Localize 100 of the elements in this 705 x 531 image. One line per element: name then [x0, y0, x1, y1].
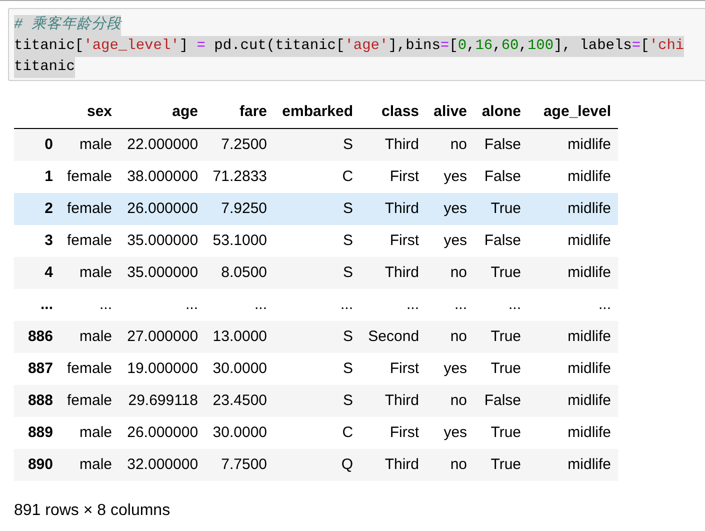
- table-cell: 13.0000: [212, 328, 268, 345]
- table-cell: S: [343, 136, 354, 153]
- table-cell: Third: [384, 200, 420, 217]
- table-row[interactable]: 890 male 32.000000 7.7500 Q Third no True midlife: [14, 448, 618, 480]
- table-row[interactable]: 1 female 38.000000 71.2833 C First yes False midlife: [14, 160, 618, 192]
- table-cell: midlife: [568, 456, 612, 473]
- table-cell: False: [484, 232, 522, 249]
- table-cell: midlife: [568, 200, 612, 217]
- table-row[interactable]: 888 female 29.699118 23.4500 S Third no False midlife: [14, 384, 618, 416]
- table-cell: midlife: [568, 232, 612, 249]
- table-cell: 71.2833: [212, 168, 268, 185]
- table-cell: Third: [384, 392, 420, 409]
- row-index: 1: [44, 168, 53, 185]
- table-cell: 27.000000: [127, 328, 198, 345]
- table-cell: male: [80, 136, 112, 153]
- table-cell: S: [343, 264, 354, 281]
- table-cell: midlife: [568, 264, 612, 281]
- table-cell: 26.000000: [127, 200, 198, 217]
- table-cell: 7.2500: [221, 136, 268, 153]
- table-cell: 22.000000: [127, 136, 198, 153]
- table-cell: ...: [254, 296, 268, 313]
- table-cell: False: [484, 136, 522, 153]
- table-cell: Third: [384, 264, 420, 281]
- row-index: ...: [40, 296, 53, 313]
- row-index: 890: [28, 456, 53, 473]
- table-cell: ...: [406, 296, 420, 313]
- column-header: sex: [87, 103, 112, 120]
- table-cell: 23.4500: [212, 392, 268, 409]
- table-cell: S: [343, 392, 354, 409]
- table-cell: S: [343, 360, 354, 377]
- table-cell: female: [67, 200, 112, 217]
- table-row[interactable]: ... ... ... ... ... ... ... ... ...: [14, 288, 618, 320]
- table-cell: C: [342, 168, 354, 185]
- table-cell: no: [450, 392, 468, 409]
- table-cell: S: [343, 328, 354, 345]
- table-row[interactable]: 886 male 27.000000 13.0000 S Second no True midlife: [14, 320, 618, 352]
- table-cell: ...: [454, 296, 468, 313]
- table-row[interactable]: 0 male 22.000000 7.2500 S Third no False midlife: [14, 128, 618, 160]
- table-cell: True: [490, 456, 522, 473]
- table-cell: 35.000000: [127, 264, 198, 281]
- table-cell: ...: [340, 296, 354, 313]
- table-cell: False: [484, 168, 522, 185]
- table-cell: Second: [368, 328, 420, 345]
- table-cell: ...: [598, 296, 612, 313]
- table-cell: 19.000000: [127, 360, 198, 377]
- table-cell: C: [342, 424, 354, 441]
- table-cell: First: [390, 232, 420, 249]
- row-index: 2: [44, 200, 53, 217]
- table-cell: ...: [508, 296, 522, 313]
- table-cell: True: [490, 264, 522, 281]
- table-cell: no: [450, 264, 468, 281]
- row-index: 888: [28, 392, 53, 409]
- column-header: alive: [434, 103, 468, 120]
- table-cell: 7.7500: [221, 456, 268, 473]
- table-cell: midlife: [568, 424, 612, 441]
- table-cell: 38.000000: [127, 168, 198, 185]
- table-row[interactable]: 3 female 35.000000 53.1000 S First yes False midlife: [14, 224, 618, 256]
- table-cell: female: [67, 232, 112, 249]
- table-cell: female: [67, 392, 112, 409]
- column-header: age_level: [543, 103, 612, 120]
- column-header: fare: [240, 103, 268, 120]
- table-cell: male: [80, 328, 112, 345]
- row-index: 887: [28, 360, 53, 377]
- row-index: 886: [28, 328, 53, 345]
- table-cell: Third: [384, 136, 420, 153]
- table-cell: Q: [341, 456, 354, 473]
- table-cell: no: [450, 328, 468, 345]
- table-row[interactable]: 889 male 26.000000 30.0000 C First yes True midlife: [14, 416, 618, 448]
- column-header: alone: [482, 103, 522, 120]
- table-cell: midlife: [568, 168, 612, 185]
- table-cell: female: [67, 360, 112, 377]
- table-cell: S: [343, 200, 354, 217]
- table-cell: no: [450, 136, 468, 153]
- table-cell: Third: [384, 456, 420, 473]
- table-cell: yes: [444, 232, 468, 249]
- table-row[interactable]: 4 male 35.000000 8.0500 S Third no True midlife: [14, 256, 618, 288]
- table-cell: male: [80, 424, 112, 441]
- table-cell: ...: [100, 296, 112, 313]
- table-cell: 32.000000: [127, 456, 198, 473]
- column-header: embarked: [282, 103, 354, 120]
- table-cell: midlife: [568, 360, 612, 377]
- table-row[interactable]: 887 female 19.000000 30.0000 S First yes True midlife: [14, 352, 618, 384]
- row-index: 4: [44, 264, 53, 281]
- row-index: 0: [44, 136, 53, 153]
- code-cell[interactable]: # 乘客年龄分段 titanic['age_level'] = pd.cut(titanic['age'],bins=[0,16,60,100], labels=['chi titanic: [8, 8, 705, 81]
- table-cell: midlife: [568, 136, 612, 153]
- table-cell: ...: [186, 296, 198, 313]
- table-cell: yes: [444, 424, 468, 441]
- table-cell: yes: [444, 200, 468, 217]
- row-index: 889: [28, 424, 53, 441]
- table-cell: True: [490, 360, 522, 377]
- table-cell: S: [343, 232, 354, 249]
- column-header: class: [381, 103, 420, 120]
- table-cell: midlife: [568, 328, 612, 345]
- table-cell: yes: [444, 168, 468, 185]
- table-cell: 7.9250: [221, 200, 268, 217]
- table-cell: 29.699118: [128, 392, 198, 409]
- table-cell: 35.000000: [127, 232, 198, 249]
- table-cell: midlife: [568, 392, 612, 409]
- column-header: age: [172, 103, 198, 120]
